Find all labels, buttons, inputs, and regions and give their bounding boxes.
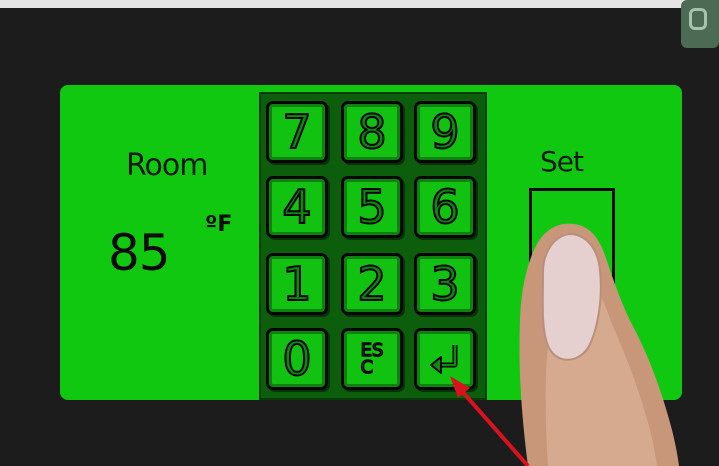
escape-label: ES C [360,341,384,378]
key-1[interactable]: 1 [266,253,328,315]
numeric-keypad: 7 8 9 4 5 6 1 2 3 0 ES C [259,92,487,400]
key-3[interactable]: 3 [414,253,476,315]
escape-button[interactable]: ES C [341,328,403,390]
room-temperature-value: 85 [108,224,171,282]
room-label: Room [126,148,208,183]
key-6[interactable]: 6 [414,176,476,238]
key-8[interactable]: 8 [341,101,403,163]
escape-label-line2: C [360,357,374,378]
set-temperature-field[interactable] [529,188,615,358]
temperature-unit: ºF [205,212,233,237]
annotation-arrow-line [458,387,530,466]
key-7[interactable]: 7 [266,101,328,163]
key-4[interactable]: 4 [266,176,328,238]
corner-app-icon[interactable] [681,0,719,48]
key-9[interactable]: 9 [414,101,476,163]
top-strip [0,0,719,8]
enter-button[interactable] [414,328,476,390]
key-0[interactable]: 0 [266,328,328,390]
key-5[interactable]: 5 [341,176,403,238]
key-2[interactable]: 2 [341,253,403,315]
enter-arrow-icon [430,345,458,374]
set-label: Set [540,145,584,178]
